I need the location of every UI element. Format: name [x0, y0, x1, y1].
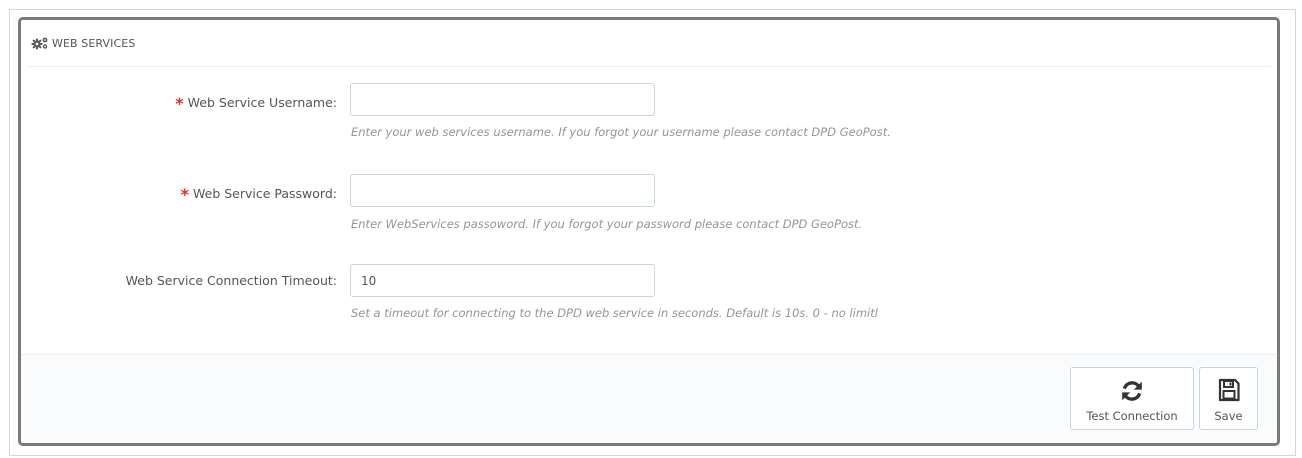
timeout-help: Set a timeout for connecting to the DPD … [351, 306, 878, 320]
password-label-text: Web Service Password: [193, 186, 337, 201]
save-button[interactable]: Save [1199, 367, 1258, 430]
refresh-icon [1122, 381, 1142, 401]
timeout-input[interactable] [350, 264, 655, 297]
web-services-panel: WEB SERVICES * Web Service Username: Ente… [18, 17, 1280, 446]
cogs-icon [31, 36, 49, 50]
required-marker: * [175, 94, 184, 113]
password-input[interactable] [350, 174, 655, 207]
panel-footer: Test Connection Save [21, 354, 1277, 443]
password-help: Enter WebServices passoword. If you forg… [351, 217, 863, 231]
password-label: * Web Service Password: [180, 183, 337, 204]
username-input[interactable] [350, 83, 655, 116]
test-connection-button[interactable]: Test Connection [1070, 367, 1194, 430]
required-marker: * [180, 185, 189, 204]
password-row: * Web Service Password: Enter WebServices… [21, 174, 1277, 234]
timeout-label: Web Service Connection Timeout: [125, 273, 337, 288]
username-help: Enter your web services username. If you… [351, 125, 891, 139]
save-label: Save [1214, 409, 1243, 423]
test-connection-label: Test Connection [1086, 409, 1178, 423]
floppy-disk-icon [1218, 378, 1240, 402]
timeout-row: Web Service Connection Timeout: Set a ti… [21, 264, 1277, 324]
username-label-text: Web Service Username: [187, 95, 337, 110]
username-row: * Web Service Username: Enter your web se… [21, 83, 1277, 143]
username-label: * Web Service Username: [175, 92, 337, 113]
panel-title: WEB SERVICES [52, 36, 136, 50]
panel-heading: WEB SERVICES [27, 20, 1271, 67]
